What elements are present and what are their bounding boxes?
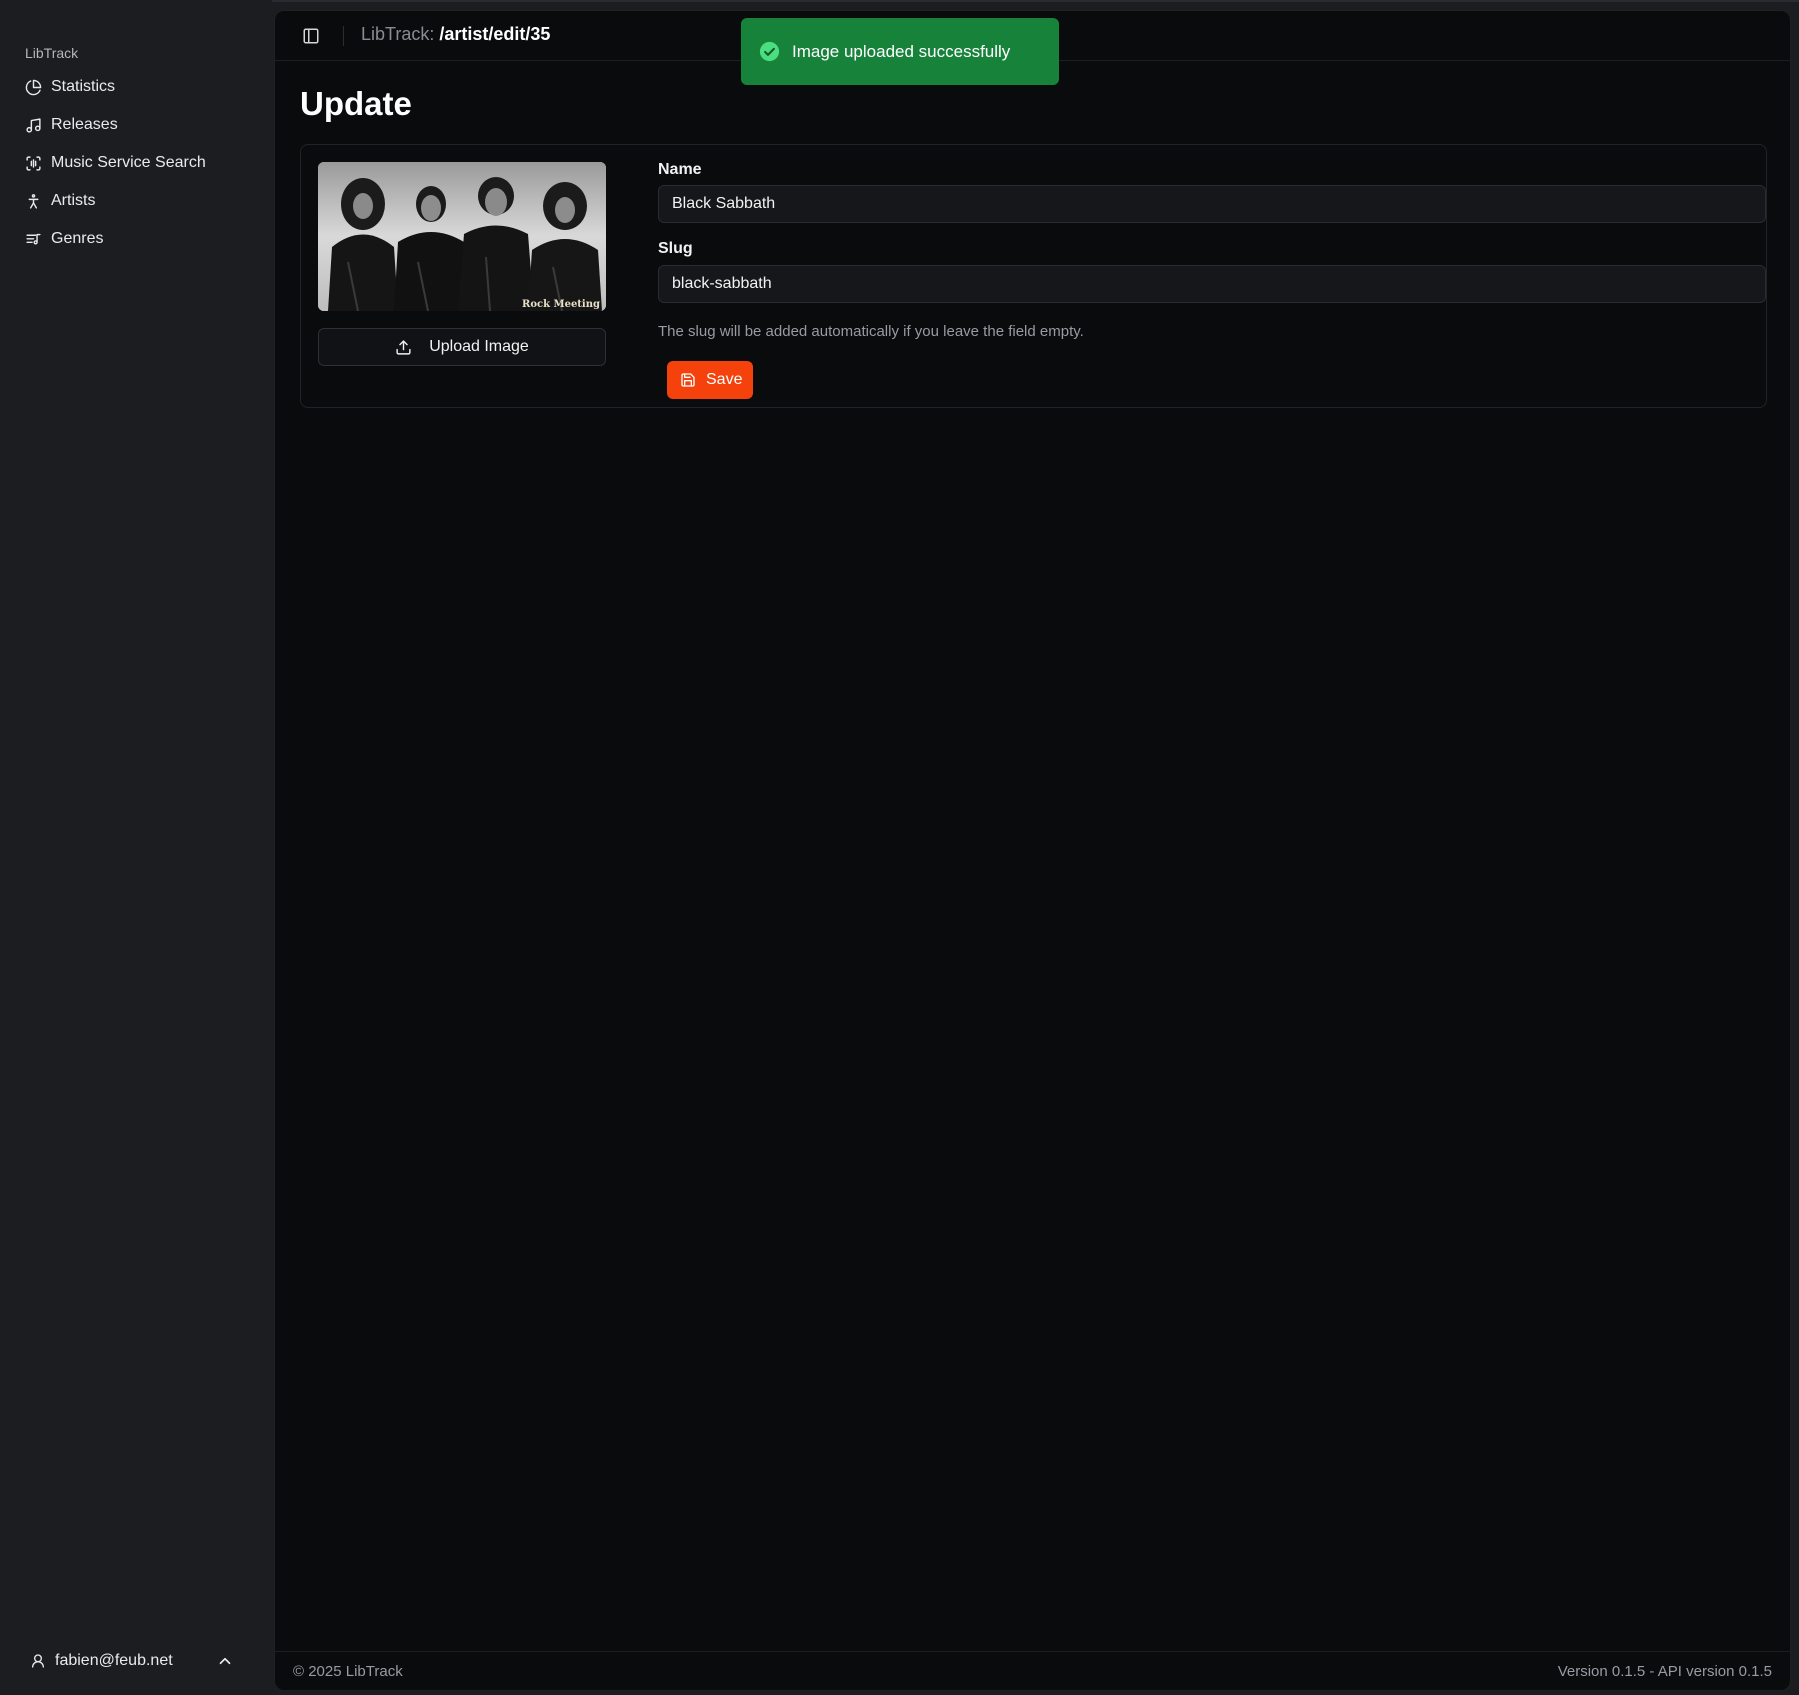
- name-label: Name: [658, 161, 702, 178]
- sidebar-item-label: Music Service Search: [51, 154, 206, 171]
- sidebar-item-statistics[interactable]: Statistics: [14, 68, 264, 106]
- footer-version: Version 0.1.5 - API version 0.1.5: [1557, 1662, 1772, 1680]
- header-divider: [343, 26, 344, 46]
- slug-hint: The slug will be added automatically if …: [658, 323, 1084, 340]
- save-button[interactable]: Save: [667, 361, 753, 399]
- sidebar-item-label: Genres: [51, 230, 104, 247]
- page-title: Update: [300, 85, 412, 122]
- sidebar: LibTrack Statistics Releases Music Servi…: [0, 0, 272, 1695]
- breadcrumb: LibTrack: /artist/edit/35: [361, 24, 550, 45]
- sidebar-item-label: Releases: [51, 116, 118, 133]
- breadcrumb-path: /artist/edit/35: [439, 24, 551, 44]
- sidebar-item-label: Statistics: [51, 78, 116, 95]
- pie-chart-icon: [25, 79, 42, 95]
- success-toast: Image uploaded successfully: [741, 18, 1059, 85]
- page-footer: © 2025 LibTrack Version 0.1.5 - API vers…: [275, 1651, 1790, 1690]
- toast-message: Image uploaded successfully: [792, 41, 1011, 61]
- sidebar-item-genres[interactable]: Genres: [14, 220, 264, 258]
- sidebar-item-releases[interactable]: Releases: [14, 106, 264, 144]
- artist-photo-image: Rock Meeting: [318, 162, 606, 311]
- sidebar-item-music-service-search[interactable]: Music Service Search: [14, 144, 264, 182]
- user-email: fabien@feub.net: [55, 1652, 173, 1669]
- upload-icon: [396, 339, 411, 355]
- photo-watermark: Rock Meeting: [522, 299, 600, 310]
- artist-photo: Rock Meeting: [318, 162, 606, 311]
- name-input[interactable]: [658, 185, 1766, 223]
- save-icon: [681, 373, 695, 387]
- person-icon: [28, 193, 39, 209]
- slug-label: Slug: [658, 240, 693, 257]
- artist-edit-card: Rock Meeting Upload Image Name Slug The …: [300, 144, 1767, 408]
- sidebar-brand: LibTrack: [25, 45, 79, 61]
- music-note-icon: [26, 117, 41, 133]
- scan-audio-icon: [26, 155, 41, 171]
- upload-image-button[interactable]: Upload Image: [318, 328, 606, 366]
- main-panel: LibTrack: /artist/edit/35 Update Rock Me…: [274, 10, 1791, 1691]
- sidebar-nav: Statistics Releases Music Service Search…: [14, 68, 264, 258]
- user-icon: [31, 1654, 44, 1668]
- sidebar-toggle-icon[interactable]: [302, 27, 320, 45]
- chevron-up-icon: [219, 1657, 231, 1665]
- breadcrumb-app: LibTrack:: [361, 24, 435, 44]
- user-menu[interactable]: fabien@feub.net: [14, 1642, 250, 1680]
- slug-input[interactable]: [658, 265, 1766, 303]
- save-label: Save: [706, 371, 743, 388]
- sidebar-item-label: Artists: [51, 192, 96, 209]
- sidebar-item-artists[interactable]: Artists: [14, 182, 264, 220]
- list-music-icon: [26, 233, 41, 244]
- upload-image-label: Upload Image: [429, 338, 529, 355]
- footer-copyright: © 2025 LibTrack: [293, 1662, 403, 1680]
- check-circle-icon: [759, 41, 780, 62]
